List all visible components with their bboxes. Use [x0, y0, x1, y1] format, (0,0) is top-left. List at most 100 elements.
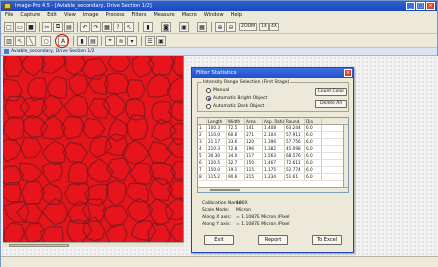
arrow-icon[interactable]: ↖ — [15, 36, 25, 46]
bar-chart-icon[interactable]: ▮ — [77, 36, 87, 46]
toolbar-divider — [138, 22, 139, 32]
calibration-icon[interactable]: ⌖ — [105, 36, 115, 46]
grain-boundary — [126, 113, 149, 142]
table-row[interactable]: 5 30.30 34.0 117 1.563 68.576 6.0 — [198, 153, 348, 160]
toolbar-divider — [39, 22, 40, 32]
dropdown-icon[interactable]: ▾ — [127, 36, 137, 46]
line-tool-icon[interactable]: ╲ — [26, 36, 36, 46]
filter-icon[interactable]: ≋ — [116, 36, 126, 46]
table-cell: 7 — [198, 167, 207, 173]
calibration-name-row: Calibration Name: 100X — [202, 201, 248, 207]
table-cell: 72.5 — [227, 125, 245, 131]
column-header[interactable]: Round. — [285, 118, 305, 124]
histogram-icon[interactable]: ▮ — [143, 22, 153, 32]
table-cell: 1.467 — [263, 160, 285, 166]
radio-circle[interactable] — [206, 103, 211, 109]
table-row[interactable]: 8 115.2 90.6 215 1.234 51.61 6.0 — [198, 174, 348, 181]
menu-process[interactable]: Process — [106, 11, 125, 20]
table-row[interactable]: 3 21.17 33.6 120 1.396 57.756 6.0 — [198, 139, 348, 146]
zoom-in-icon[interactable]: ⊕ — [215, 22, 225, 32]
radio-auto-bright[interactable]: Automatic Bright Object — [206, 95, 267, 101]
delete-all-button[interactable]: Delete All — [315, 100, 347, 108]
report-button[interactable]: Report — [258, 235, 288, 245]
table-row[interactable]: 6 120.5 32.7 150 1.467 72.611 6.0 — [198, 160, 348, 167]
image-horizontal-scrollbar[interactable] — [3, 242, 184, 247]
menu-macro[interactable]: Macro — [182, 11, 197, 20]
menu-help[interactable]: Help — [231, 11, 242, 20]
table-vertical-scrollbar[interactable] — [343, 125, 348, 189]
exit-button[interactable]: Exit — [204, 235, 234, 245]
table-cell: 115.2 — [207, 174, 227, 180]
grain-boundary — [41, 197, 69, 226]
zoom-4x[interactable]: 4X — [269, 23, 279, 31]
cut-icon[interactable]: ✂ — [42, 22, 52, 32]
column-header[interactable]: Width — [227, 118, 245, 124]
statistics-table[interactable]: Length Width Area Asp. Ratio Round. Dia … — [197, 117, 349, 193]
table-cell: 210.3 — [207, 146, 227, 152]
radio-circle-selected[interactable] — [206, 95, 211, 101]
menu-capture[interactable]: Capture — [20, 11, 40, 20]
grid-icon[interactable]: ▦ — [197, 22, 207, 32]
table-horizontal-scrollbar[interactable] — [198, 187, 348, 192]
ellipse-tool-icon[interactable]: ○ — [41, 36, 51, 46]
maximize-button[interactable]: □ — [416, 2, 425, 10]
table-row[interactable]: 7 150.0 19.1 115 1.175 52.774 6.0 — [198, 167, 348, 174]
table-cell: 60.6 — [227, 132, 245, 138]
grain-boundary — [3, 116, 25, 142]
new-file-icon[interactable]: □ — [4, 22, 14, 32]
minimize-button[interactable]: _ — [406, 2, 415, 10]
help-icon[interactable]: ? — [113, 22, 123, 32]
info-key: Along X axis: — [202, 215, 232, 220]
to-excel-button[interactable]: To Excel — [312, 235, 342, 245]
camera-icon[interactable]: ◙ — [161, 22, 171, 32]
print-icon[interactable]: ▦ — [102, 22, 112, 32]
table-row[interactable]: 1 100.3 72.5 141 1.408 63.244 6.0 — [198, 125, 348, 132]
zoom-label[interactable]: ZOOM — [239, 23, 258, 31]
undo-icon[interactable]: ↶ — [80, 22, 90, 32]
table-cell: 52.774 — [285, 167, 305, 173]
close-button[interactable]: × — [426, 2, 435, 10]
menu-edit[interactable]: Edit — [47, 11, 57, 20]
column-header[interactable]: Area — [245, 118, 263, 124]
redo-icon[interactable]: ↷ — [91, 22, 101, 32]
save-icon[interactable]: ■ — [26, 22, 36, 32]
list-icon[interactable]: ☰ — [145, 36, 155, 46]
radio-auto-dark[interactable]: Automatic Dark Object — [206, 103, 264, 109]
document-icon — [4, 49, 9, 54]
dialog-close-icon[interactable]: × — [344, 69, 352, 77]
menu-file[interactable]: File — [5, 11, 13, 20]
grain-boundary — [102, 92, 127, 119]
table-icon[interactable]: ▤ — [88, 36, 98, 46]
monitor-icon[interactable]: ▣ — [179, 22, 189, 32]
radio-circle[interactable] — [206, 87, 211, 93]
column-header[interactable]: Length — [207, 118, 227, 124]
column-header[interactable]: Dia — [305, 118, 322, 124]
table-cell: 120 — [245, 139, 263, 145]
micrograph-image[interactable] — [3, 56, 184, 242]
column-header[interactable]: Asp. Ratio — [263, 118, 285, 124]
menu-filters[interactable]: Filters — [131, 11, 146, 20]
copy-icon[interactable]: ⧉ — [53, 22, 63, 32]
column-header[interactable] — [198, 118, 207, 124]
paste-icon[interactable]: ▤ — [64, 22, 74, 32]
results-icon[interactable]: ▣ — [156, 36, 166, 46]
menu-window[interactable]: Window — [204, 11, 224, 20]
open-folder-icon[interactable]: ▭ — [15, 22, 25, 32]
table-row[interactable]: 4 210.3 72.8 196 1.382 45.098 6.0 — [198, 146, 348, 153]
scrollbar-thumb[interactable] — [210, 189, 240, 191]
menu-view[interactable]: View — [64, 11, 76, 20]
table-cell: 1.396 — [263, 139, 285, 145]
zoom-1x[interactable]: 1X — [259, 23, 269, 31]
radio-manual[interactable]: Manual — [206, 87, 229, 93]
grain-boundary — [125, 79, 146, 100]
menu-measure[interactable]: Measure — [153, 11, 174, 20]
scrollbar-thumb[interactable] — [9, 244, 69, 247]
count-color-button[interactable]: Count Color — [315, 88, 347, 96]
measure-icon[interactable]: ▥ — [4, 36, 14, 46]
standard-toolbar: □ ▭ ■ ✂ ⧉ ▤ ↶ ↷ ▦ ? ↖ ▮ ◙ ▣ ▦ ⊕ ⊖ ZOOM 1… — [1, 20, 437, 34]
zoom-out-icon[interactable]: ⊖ — [226, 22, 236, 32]
pointer-icon[interactable]: ↖ — [124, 22, 134, 32]
app-icon — [4, 3, 11, 9]
menu-image[interactable]: Image — [83, 11, 99, 20]
table-row[interactable]: 2 110.0 60.6 271 2.104 57.911 6.0 — [198, 132, 348, 139]
